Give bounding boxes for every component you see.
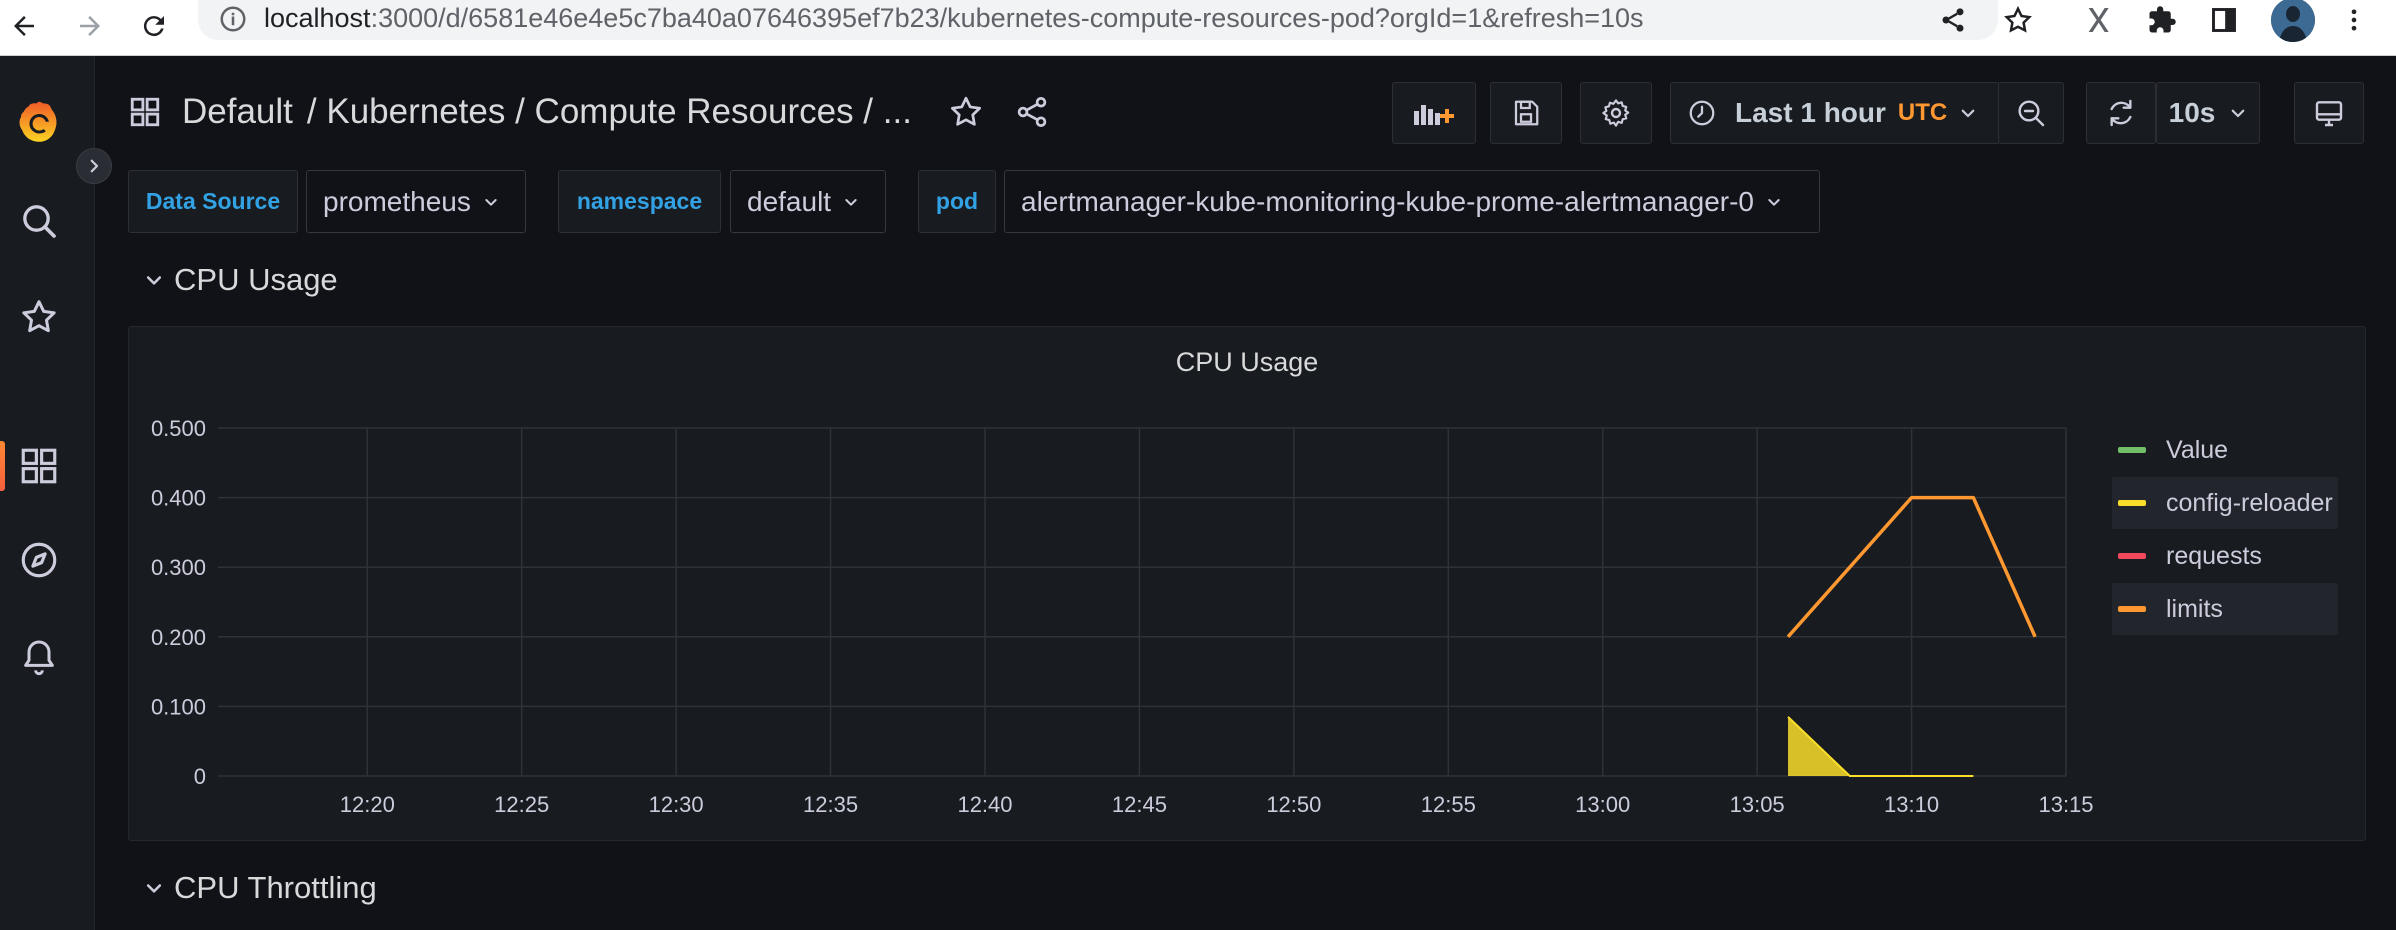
y-tick-label: 0.400	[151, 486, 206, 511]
y-tick-label: 0	[194, 764, 206, 789]
x-tick-label: 12:50	[1266, 792, 1321, 817]
legend-swatch	[2118, 553, 2146, 559]
legend-label: limits	[2166, 594, 2223, 623]
x-tick-label: 12:55	[1421, 792, 1476, 817]
chevron-down-icon	[144, 878, 164, 898]
legend-item-config-reloader[interactable]: config-reloader	[2112, 477, 2338, 529]
legend-swatch	[2118, 500, 2146, 506]
legend-label: Value	[2166, 435, 2229, 464]
y-tick-label: 0.500	[151, 416, 206, 441]
legend-item-requests[interactable]: requests	[2112, 530, 2338, 582]
legend-label: requests	[2166, 541, 2262, 570]
x-tick-label: 13:15	[2038, 792, 2093, 817]
x-tick-label: 12:40	[957, 792, 1012, 817]
x-tick-label: 13:10	[1884, 792, 1939, 817]
x-tick-label: 13:00	[1575, 792, 1630, 817]
y-tick-label: 0.200	[151, 625, 206, 650]
legend-swatch	[2118, 606, 2146, 612]
cpu-usage-chart: 0 0.100 0.200 0.300 0.400 0.500 12:20 12:25 12:3…	[151, 416, 2094, 817]
expand-menu-button[interactable]	[76, 148, 112, 184]
row-cpu-throttling[interactable]: CPU Throttling	[144, 868, 377, 908]
legend-item-limits[interactable]: limits	[2112, 583, 2338, 635]
legend-item-value[interactable]: Value	[2112, 424, 2338, 476]
x-tick-label: 12:25	[494, 792, 549, 817]
y-tick-label: 0.300	[151, 555, 206, 580]
series-area-config-reloader	[1788, 716, 1974, 776]
x-tick-label: 13:05	[1730, 792, 1785, 817]
legend-label: config-reloader	[2166, 488, 2333, 517]
chart-legend: Value config-reloader requests limits	[2112, 424, 2338, 636]
x-tick-label: 12:45	[1112, 792, 1167, 817]
x-tick-label: 12:35	[803, 792, 858, 817]
x-tick-label: 12:20	[340, 792, 395, 817]
row-title: CPU Throttling	[174, 870, 377, 905]
legend-swatch	[2118, 447, 2146, 453]
y-tick-label: 0.100	[151, 694, 206, 719]
x-tick-label: 12:30	[649, 792, 704, 817]
